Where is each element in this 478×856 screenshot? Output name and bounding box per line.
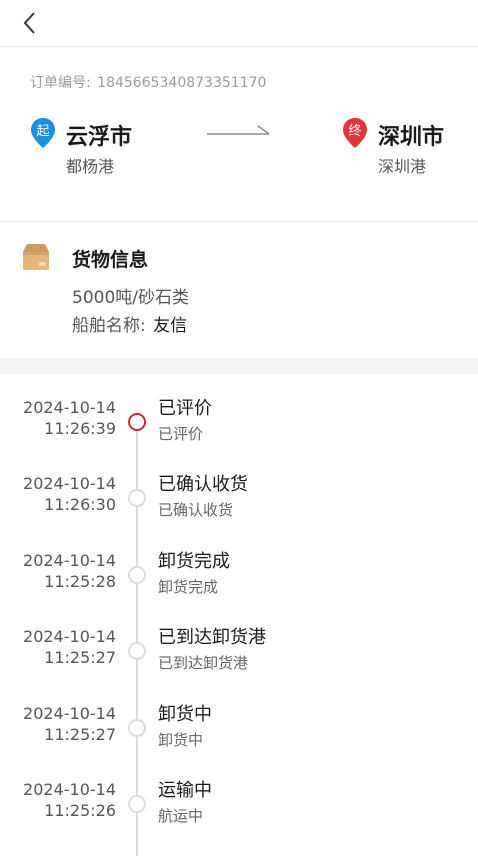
- timeline-desc: 已确认收货: [158, 501, 234, 519]
- timeline-item: 2024-10-14 11:25:26 运输中 航运中: [0, 780, 478, 856]
- route-arrow-icon: [207, 125, 270, 135]
- timeline-status: 已到达卸货港: [158, 627, 266, 648]
- timeline-status: 已确认收货: [158, 474, 248, 495]
- timeline-item: 2024-10-14 11:25:27 已到达卸货港 已到达卸货港: [0, 627, 478, 703]
- origin-port: 都杨港: [66, 157, 115, 176]
- divider: [0, 221, 478, 222]
- cargo-section-title: 货物信息: [72, 249, 149, 271]
- status-timeline: 2024-10-14 11:26:39 已评价 已评价 2024-10-14 1…: [0, 374, 478, 856]
- timeline-item: 2024-10-14 11:25:28 卸货完成 卸货完成: [0, 551, 478, 627]
- timeline-status: 卸货完成: [158, 551, 230, 572]
- timeline-dot-active: [128, 413, 146, 431]
- cargo-box-icon: [23, 244, 49, 270]
- timeline-date: 2024-10-14: [23, 474, 116, 493]
- top-bar: [0, 0, 478, 47]
- timeline-time: 11:25:27: [44, 725, 116, 744]
- timeline-dot: [128, 719, 146, 737]
- timeline-dot: [128, 566, 146, 584]
- timeline-status: 卸货中: [158, 704, 212, 725]
- origin-pin-label: 起: [36, 124, 49, 139]
- order-number-label: 订单编号:: [30, 75, 91, 91]
- timeline-time: 11:26:39: [44, 419, 116, 438]
- timeline-date: 2024-10-14: [23, 627, 116, 646]
- destination-city: 深圳市: [378, 125, 445, 150]
- destination-pin-icon: 终: [343, 118, 367, 148]
- timeline-date: 2024-10-14: [23, 398, 116, 417]
- timeline-time: 11:26:30: [44, 495, 116, 514]
- ship-name-label: 船舶名称:: [72, 316, 146, 336]
- origin-city: 云浮市: [66, 125, 133, 150]
- timeline-time: 11:25:26: [44, 801, 116, 820]
- timeline-date: 2024-10-14: [23, 704, 116, 723]
- timeline-dot: [128, 489, 146, 507]
- cargo-spec: 5000吨/砂石类: [72, 288, 189, 308]
- order-number: 订单编号: 1845665340873351170: [30, 72, 266, 92]
- order-number-value: 1845665340873351170: [97, 75, 267, 91]
- ship-name-value: 友信: [153, 316, 188, 336]
- timeline-item: 2024-10-14 11:26:39 已评价 已评价: [0, 398, 478, 474]
- timeline-desc: 卸货中: [158, 731, 204, 749]
- timeline-item: 2024-10-14 11:26:30 已确认收货 已确认收货: [0, 474, 478, 550]
- section-gap: [0, 358, 478, 374]
- timeline-status: 运输中: [158, 780, 212, 801]
- timeline-desc: 航运中: [158, 807, 204, 825]
- timeline-date: 2024-10-14: [23, 780, 116, 799]
- ship-name-row: 船舶名称: 友信: [72, 311, 187, 336]
- timeline-time: 11:25:28: [44, 572, 116, 591]
- timeline-desc: 已评价: [158, 425, 204, 443]
- origin-pin-icon: 起: [31, 118, 55, 148]
- timeline-desc: 已到达卸货港: [158, 654, 249, 672]
- timeline-dot: [128, 642, 146, 660]
- timeline-item: 2024-10-14 11:25:27 卸货中 卸货中: [0, 704, 478, 780]
- destination-port: 深圳港: [378, 157, 427, 176]
- timeline-status: 已评价: [158, 398, 212, 419]
- timeline-date: 2024-10-14: [23, 551, 116, 570]
- back-arrow-icon[interactable]: [18, 9, 44, 37]
- destination-pin-label: 终: [348, 123, 361, 139]
- timeline-desc: 卸货完成: [158, 578, 219, 596]
- timeline-dot: [128, 795, 146, 813]
- timeline-time: 11:25:27: [44, 648, 116, 667]
